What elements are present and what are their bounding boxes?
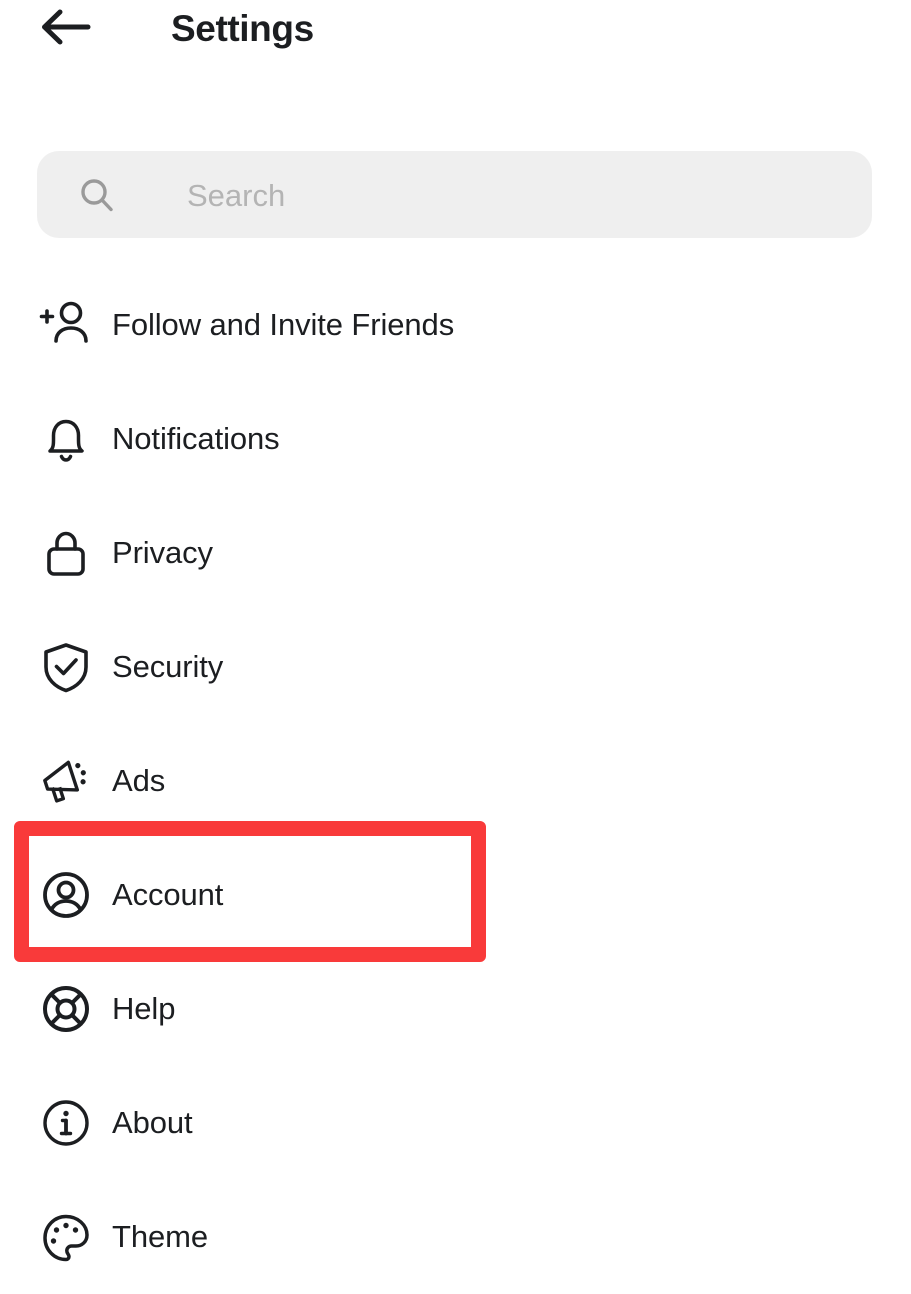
palette-icon: [38, 1209, 94, 1265]
person-add-icon: [38, 297, 94, 353]
menu-item-account[interactable]: Account: [0, 838, 911, 952]
arrow-left-icon: [38, 7, 92, 52]
app-header: Settings: [0, 0, 911, 60]
menu-item-label: About: [112, 1105, 193, 1140]
menu-item-label: Help: [112, 991, 176, 1026]
menu-item-label: Privacy: [112, 535, 213, 570]
menu-item-about[interactable]: About: [0, 1066, 911, 1180]
search-bar[interactable]: [37, 151, 872, 240]
menu-item-label: Ads: [112, 763, 166, 798]
menu-item-label: Notifications: [112, 421, 280, 456]
menu-item-theme[interactable]: Theme: [0, 1180, 911, 1294]
menu-item-ads[interactable]: Ads: [0, 724, 911, 838]
search-icon: [77, 175, 117, 215]
menu-item-label: Theme: [112, 1219, 208, 1254]
bell-icon: [38, 411, 94, 467]
account-circle-icon: [38, 867, 94, 923]
menu-item-security[interactable]: Security: [0, 610, 911, 724]
menu-item-label: Security: [112, 649, 224, 684]
shield-check-icon: [38, 639, 94, 695]
info-circle-icon: [38, 1095, 94, 1151]
life-ring-icon: [38, 981, 94, 1037]
page-title: Settings: [171, 8, 314, 49]
search-input[interactable]: [185, 151, 859, 240]
back-button[interactable]: [30, 2, 100, 57]
menu-item-privacy[interactable]: Privacy: [0, 496, 911, 610]
menu-item-help[interactable]: Help: [0, 952, 911, 1066]
menu-item-label: Follow and Invite Friends: [112, 307, 455, 342]
menu-item-follow-and-invite-friends[interactable]: Follow and Invite Friends: [0, 268, 911, 382]
settings-menu-list: Follow and Invite Friends Notifications …: [0, 268, 911, 1294]
megaphone-icon: [38, 753, 94, 809]
menu-item-label: Account: [112, 877, 224, 912]
lock-icon: [38, 525, 94, 581]
menu-item-notifications[interactable]: Notifications: [0, 382, 911, 496]
